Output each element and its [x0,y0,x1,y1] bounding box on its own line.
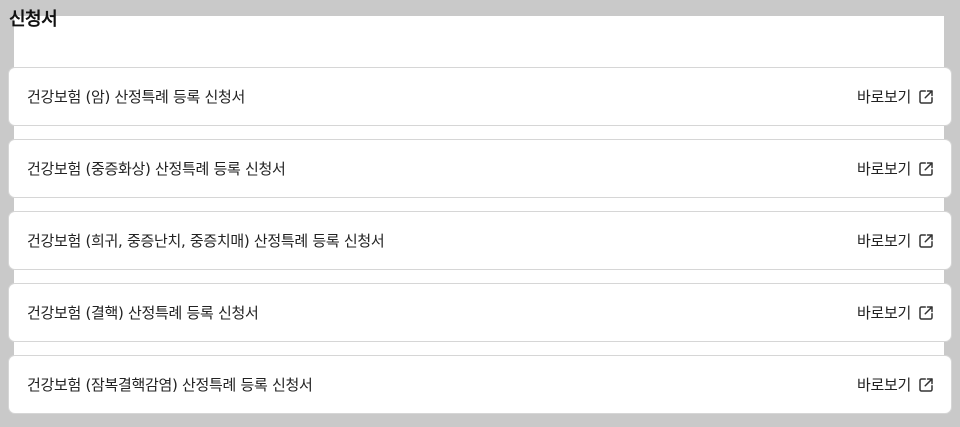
section-title: 신청서 [9,9,58,30]
view-button-label: 바로보기 [856,88,911,106]
form-title: 건강보험 (중증화상) 산정특례 등록 신청서 [27,160,286,178]
form-title: 건강보험 (결핵) 산정특례 등록 신청서 [27,304,259,322]
view-button-label: 바로보기 [856,376,911,394]
list-item: 건강보험 (희귀, 중증난치, 중증치매) 산정특례 등록 신청서 바로보기 [8,211,952,270]
form-list: 건강보험 (암) 산정특례 등록 신청서 바로보기 건강보험 (중증화상) 산정… [8,67,952,427]
list-item: 건강보험 (잠복결핵감염) 산정특례 등록 신청서 바로보기 [8,355,952,414]
external-link-icon [917,304,935,322]
view-button-label: 바로보기 [856,160,911,178]
list-item: 건강보험 (결핵) 산정특례 등록 신청서 바로보기 [8,283,952,342]
list-item: 건강보험 (암) 산정특례 등록 신청서 바로보기 [8,67,952,126]
view-button-label: 바로보기 [856,232,911,250]
view-button[interactable]: 바로보기 [857,86,935,107]
external-link-icon [917,232,935,250]
view-button-label: 바로보기 [856,304,911,322]
form-title: 건강보험 (잠복결핵감염) 산정특례 등록 신청서 [27,376,313,394]
view-button[interactable]: 바로보기 [857,374,935,395]
view-button[interactable]: 바로보기 [857,158,935,179]
view-button[interactable]: 바로보기 [857,302,935,323]
external-link-icon [917,160,935,178]
form-title: 건강보험 (희귀, 중증난치, 중증치매) 산정특례 등록 신청서 [27,232,385,250]
external-link-icon [917,88,935,106]
list-item: 건강보험 (중증화상) 산정특례 등록 신청서 바로보기 [8,139,952,198]
form-title: 건강보험 (암) 산정특례 등록 신청서 [27,88,245,106]
external-link-icon [917,376,935,394]
view-button[interactable]: 바로보기 [857,230,935,251]
